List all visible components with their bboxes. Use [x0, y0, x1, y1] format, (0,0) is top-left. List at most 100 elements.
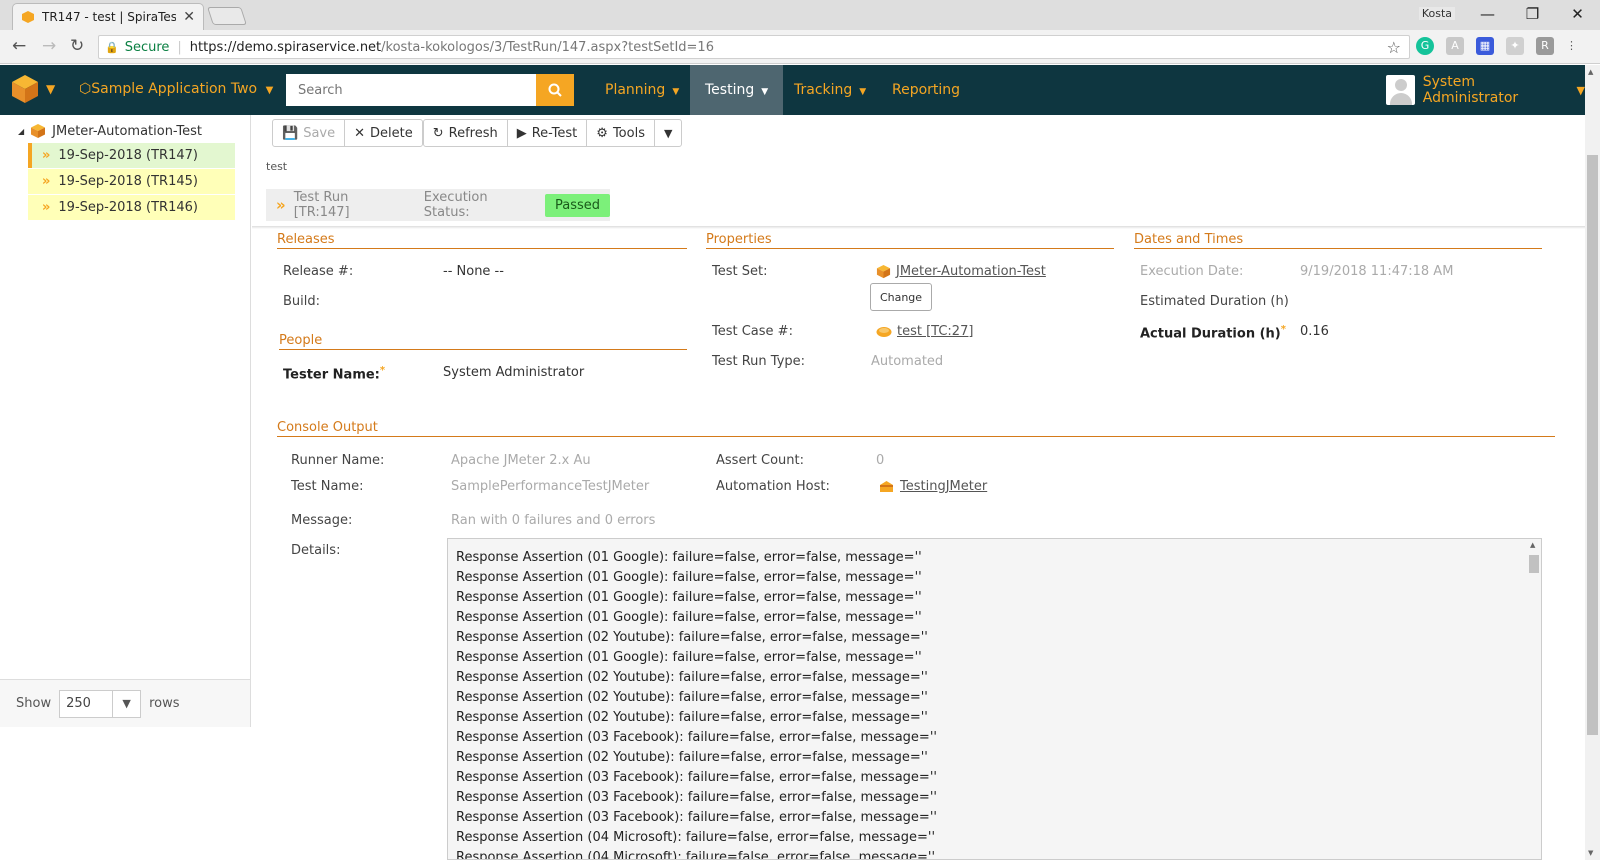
bookmark-star-icon[interactable]: ☆	[1387, 38, 1401, 57]
test-run-icon: »	[42, 200, 51, 215]
test-name-value: SamplePerformanceTestJMeter	[451, 479, 650, 494]
execution-date-label: Execution Date:	[1140, 264, 1244, 279]
tree-item-tr146[interactable]: » 19-Sep-2018 (TR146)	[28, 195, 235, 220]
r-extension-icon[interactable]: R	[1536, 37, 1554, 55]
delete-button[interactable]: ✕ Delete	[344, 119, 423, 147]
releases-section-title: Releases	[277, 232, 687, 249]
toolbar: 💾 Save ✕ Delete ↻ Refresh ▶ Re-Test ⚙ Tools ▼	[272, 119, 683, 147]
browser-tab-strip: TR147 - test | SpiraTest ✕ Kosta — ❐ ✕	[0, 0, 1600, 30]
test-set-label: Test Set:	[712, 264, 768, 279]
details-scrollbar[interactable]: ▲	[1527, 539, 1541, 859]
url-field[interactable]: 🔒 Secure | https://demo.spiraservice.net…	[98, 35, 1410, 59]
test-case-value: test [TC:27]	[876, 324, 973, 339]
url-domain: https://demo.spiraservice.net	[189, 39, 382, 55]
restore-icon[interactable]: ❐	[1510, 0, 1555, 30]
reload-icon[interactable]: ↻	[70, 36, 84, 56]
test-run-header: » Test Run [TR:147] Execution Status: Pa…	[266, 189, 610, 221]
refresh-icon: ↻	[432, 125, 444, 141]
required-asterisk-icon: *	[1280, 324, 1286, 335]
test-case-link[interactable]: test [TC:27]	[897, 324, 973, 339]
menu-planning[interactable]: Planning ▼	[590, 65, 694, 115]
delete-icon: ✕	[354, 125, 366, 141]
retest-button[interactable]: ▶ Re-Test	[506, 119, 588, 147]
details-line: Response Assertion (04 Microsoft): failu…	[456, 830, 936, 845]
chrome-menu-icon[interactable]: ⋮	[1566, 37, 1577, 55]
caret-down-icon: ▼	[761, 87, 769, 97]
show-label: Show	[16, 696, 52, 711]
automation-host-link[interactable]: TestingJMeter	[900, 479, 987, 494]
spira-logo-icon[interactable]	[10, 74, 40, 104]
test-run-icon: »	[42, 174, 51, 189]
test-run-name: test	[266, 160, 288, 173]
details-line: Response Assertion (01 Google): failure=…	[456, 570, 922, 585]
details-line: Response Assertion (03 Facebook): failur…	[456, 770, 937, 785]
details-lines: Response Assertion (01 Google): failure=…	[448, 539, 1541, 859]
minimize-icon[interactable]: —	[1465, 0, 1510, 30]
details-line: Response Assertion (02 Youtube): failure…	[456, 750, 928, 765]
puzzle-extension-icon[interactable]: ✦	[1506, 37, 1524, 55]
details-line: Response Assertion (03 Facebook): failur…	[456, 730, 937, 745]
message-value: Ran with 0 failures and 0 errors	[451, 513, 656, 528]
menu-reporting[interactable]: Reporting	[877, 65, 975, 115]
user-menu[interactable]: System Administrator ▼	[1386, 74, 1585, 106]
test-set-link[interactable]: JMeter-Automation-Test	[896, 264, 1046, 279]
app-navbar: ▼ ⬡Sample Application Two ▼ Planning▼ Te…	[0, 65, 1585, 115]
dates-section-title: Dates and Times	[1134, 232, 1542, 249]
browser-tab-title: TR147 - test | SpiraTest	[42, 10, 177, 24]
grid-extension-icon[interactable]: ▦	[1476, 37, 1494, 55]
chevron-down-icon: ▼	[112, 690, 140, 717]
search-button[interactable]	[536, 74, 574, 106]
chevron-down-icon: ▼	[663, 126, 673, 140]
actual-duration-value[interactable]: 0.16	[1300, 324, 1329, 339]
properties-section-title: Properties	[706, 232, 1114, 249]
secure-label: Secure	[124, 39, 170, 55]
chevron-down-icon: ▼	[1576, 83, 1585, 97]
new-tab-button[interactable]	[207, 7, 247, 25]
save-button[interactable]: 💾 Save	[272, 119, 346, 147]
tree-root-test-set[interactable]: ◢ JMeter-Automation-Test	[18, 123, 202, 139]
pdf-extension-icon[interactable]: A	[1446, 37, 1464, 55]
menu-testing[interactable]: Testing ▼	[690, 65, 784, 115]
browser-tab[interactable]: TR147 - test | SpiraTest ✕	[12, 3, 204, 30]
caret-down-icon: ▼	[859, 87, 867, 97]
caret-down-icon: ▼	[672, 87, 680, 97]
more-options-button[interactable]: ▼	[653, 119, 683, 147]
tree-item-tr145[interactable]: » 19-Sep-2018 (TR145)	[28, 169, 235, 194]
project-selector[interactable]: ⬡Sample Application Two ▼	[79, 81, 273, 97]
gear-icon: ⚙	[596, 125, 608, 141]
automation-host-icon	[880, 481, 893, 492]
change-test-set-button[interactable]: Change	[870, 283, 932, 311]
build-label: Build:	[283, 294, 321, 309]
release-label: Release #:	[283, 264, 354, 279]
refresh-button[interactable]: ↻ Refresh	[422, 119, 508, 147]
runner-name-label: Runner Name:	[291, 453, 385, 468]
tools-button[interactable]: ⚙ Tools	[586, 119, 655, 147]
lock-icon: 🔒	[105, 40, 119, 54]
close-window-icon[interactable]: ✕	[1555, 0, 1600, 30]
execution-date-value: 9/19/2018 11:47:18 AM	[1300, 264, 1454, 279]
menu-tracking[interactable]: Tracking ▼	[779, 65, 881, 115]
grammarly-extension-icon[interactable]: G	[1416, 37, 1434, 55]
page-scrollbar[interactable]: ▲ ▼	[1585, 65, 1600, 860]
test-run-icon: »	[276, 196, 286, 214]
tree-item-tr147[interactable]: » 19-Sep-2018 (TR147)	[28, 143, 235, 168]
status-badge: Passed	[544, 193, 610, 217]
forward-icon[interactable]: →	[42, 36, 56, 56]
tab-close-icon[interactable]: ✕	[183, 9, 195, 25]
test-set-icon	[876, 264, 891, 279]
required-asterisk-icon: *	[379, 365, 386, 376]
release-dropdown[interactable]: -- None --	[443, 264, 504, 279]
rows-per-page-select[interactable]: 250 ▼	[59, 689, 142, 718]
details-line: Response Assertion (03 Facebook): failur…	[456, 790, 937, 805]
search-input[interactable]	[286, 74, 536, 106]
chevron-down-icon[interactable]: ▼	[46, 82, 55, 96]
tester-name-dropdown[interactable]: System Administrator	[443, 365, 584, 380]
details-line: Response Assertion (02 Youtube): failure…	[456, 690, 928, 705]
back-icon[interactable]: ←	[12, 36, 26, 56]
collapse-triangle-icon[interactable]: ◢	[18, 127, 24, 136]
details-line: Response Assertion (01 Google): failure=…	[456, 610, 922, 625]
test-name-label: Test Name:	[291, 479, 364, 494]
test-set-icon	[31, 124, 46, 138]
details-console-box[interactable]: Response Assertion (01 Google): failure=…	[447, 538, 1542, 860]
details-line: Response Assertion (02 Youtube): failure…	[456, 710, 928, 725]
